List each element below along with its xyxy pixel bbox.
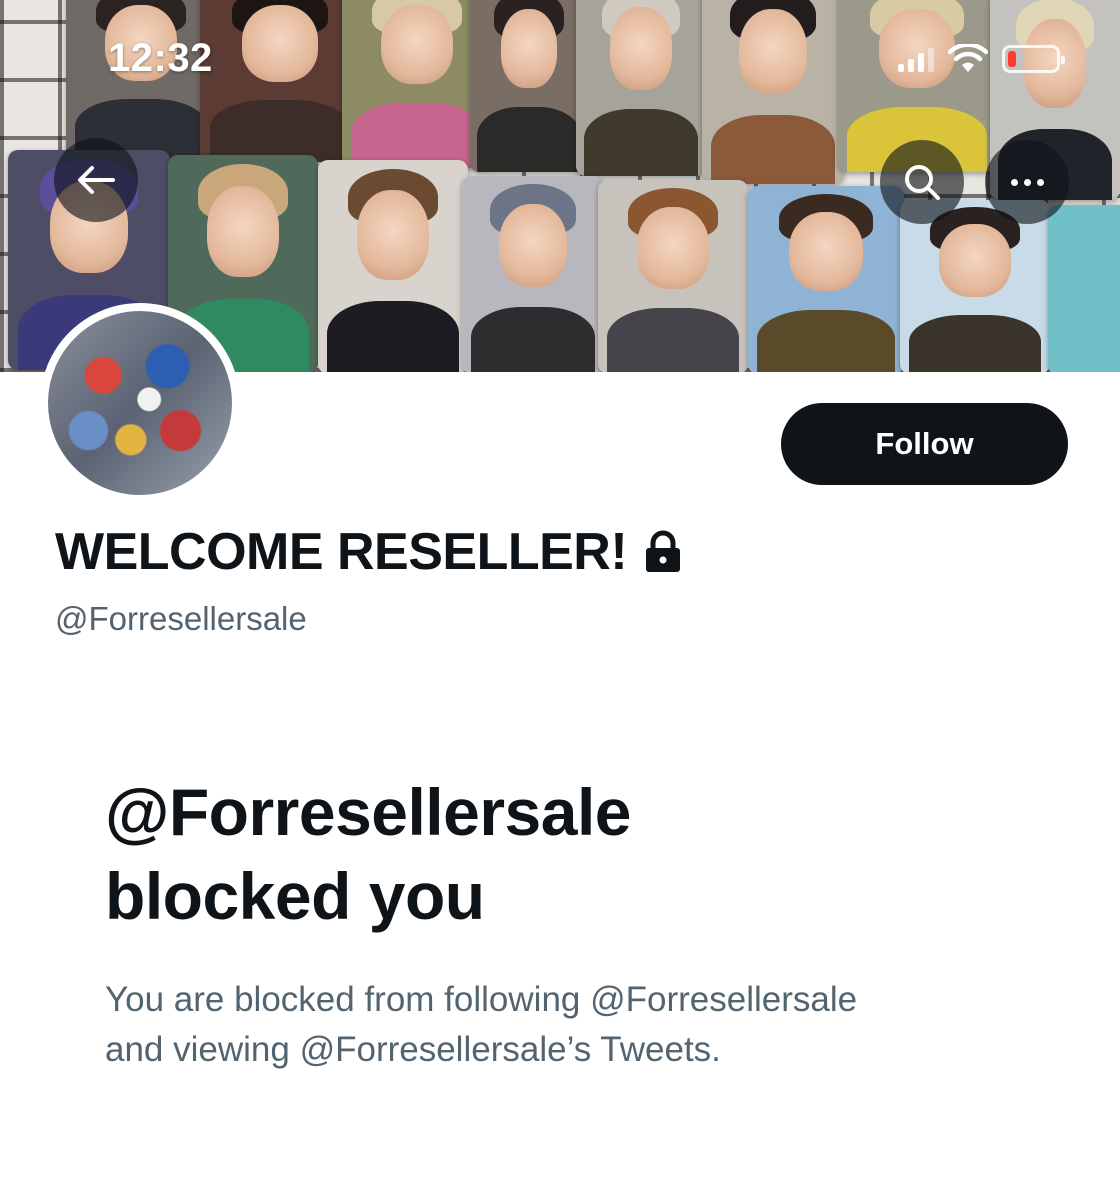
banner-photocard xyxy=(200,0,360,162)
banner-photocard xyxy=(598,180,748,372)
avatar-image xyxy=(48,311,232,495)
banner-photocard xyxy=(748,186,904,372)
profile-handle: @Forresellersale xyxy=(55,600,307,637)
battery-icon xyxy=(1002,45,1065,73)
blocked-title-line1: @Forresellersale xyxy=(105,775,632,849)
status-bar-time: 12:32 xyxy=(108,36,213,80)
profile-avatar[interactable] xyxy=(40,303,240,503)
profile-display-name: WELCOME RESELLER! xyxy=(55,522,683,582)
arrow-left-icon xyxy=(78,166,115,194)
banner-photocard xyxy=(318,160,468,372)
banner-photocard xyxy=(1048,205,1120,372)
blocked-title-line2: blocked you xyxy=(105,859,485,933)
lock-icon xyxy=(646,530,681,572)
search-icon xyxy=(905,165,940,200)
banner-photocard xyxy=(576,0,706,176)
more-options-button[interactable] xyxy=(985,140,1069,224)
display-name-text: WELCOME RESELLER! xyxy=(55,523,628,581)
back-button[interactable] xyxy=(54,138,138,222)
cellular-signal-icon xyxy=(898,46,934,72)
status-bar-icons xyxy=(898,44,1065,74)
banner-photocard xyxy=(470,0,588,172)
follow-button[interactable]: Follow xyxy=(781,403,1068,485)
more-dots-icon xyxy=(1010,178,1044,186)
blocked-description-line2: and viewing @Forresellersale’s Tweets. xyxy=(105,1030,721,1069)
blocked-description-line1: You are blocked from following @Forresel… xyxy=(105,980,858,1019)
banner-photocard xyxy=(462,176,604,372)
wifi-icon xyxy=(948,44,988,72)
banner-photocard xyxy=(702,0,844,184)
banner-photocard xyxy=(900,200,1050,372)
blocked-description: You are blocked from following @Forresel… xyxy=(105,975,1045,1075)
blocked-title: @Forresellersale blocked you xyxy=(105,770,1005,938)
search-button[interactable] xyxy=(880,140,964,224)
